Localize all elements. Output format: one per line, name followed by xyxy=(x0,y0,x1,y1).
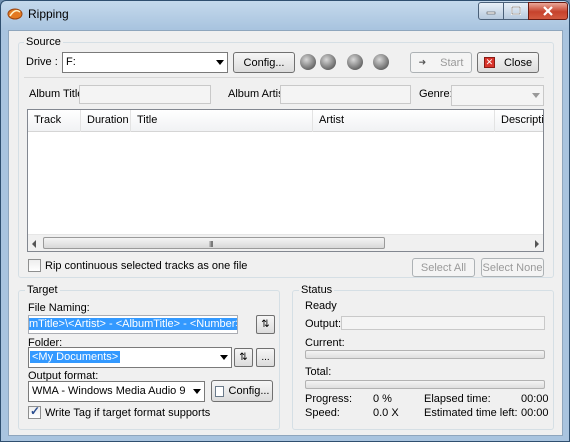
window-title: Ripping xyxy=(28,7,69,21)
output-label: Output: xyxy=(305,318,342,330)
info-icon[interactable] xyxy=(373,54,389,70)
ripping-window: Ripping Source Drive : F: Config... ➜ St… xyxy=(0,0,570,442)
ripping-app-icon xyxy=(7,8,23,20)
scroll-left-icon[interactable] xyxy=(32,240,36,248)
status-group-label: Status xyxy=(299,284,335,296)
elapsed-value: 00:00 xyxy=(521,393,549,405)
current-progress-bar xyxy=(305,350,545,359)
estimated-value: 00:00 xyxy=(521,407,549,419)
file-naming-value: mTitle>\<Artist> - <AlbumTitle> - <Numbe… xyxy=(29,318,237,330)
album-artist-field[interactable] xyxy=(280,85,411,104)
rip-continuous-checkbox[interactable] xyxy=(28,259,41,272)
close-x-icon: ✕ xyxy=(483,57,495,68)
drive-label: Drive : xyxy=(26,56,58,68)
browse-folder-button[interactable]: ... xyxy=(256,348,275,367)
drive-config-button[interactable]: Config... xyxy=(233,52,295,73)
maximize-button[interactable] xyxy=(503,2,529,20)
folder-options-button[interactable]: ⇅ xyxy=(234,348,253,367)
total-progress-bar xyxy=(305,380,545,389)
maximize-icon xyxy=(511,6,521,15)
chevron-down-icon xyxy=(532,93,540,98)
write-tag-label[interactable]: Write Tag if target format supports xyxy=(45,407,210,419)
rip-continuous-label[interactable]: Rip continuous selected tracks as one fi… xyxy=(45,260,247,272)
close-window-button[interactable] xyxy=(528,2,568,20)
output-format-value: WMA - Windows Media Audio 9 xyxy=(32,385,186,397)
folder-value: <My Documents> xyxy=(30,351,121,363)
progress-label: Progress: xyxy=(305,393,353,405)
track-list[interactable]: Track Duration Title Artist Descriptio I… xyxy=(27,109,544,252)
refresh-disc-icon[interactable] xyxy=(300,54,316,70)
file-naming-field[interactable]: mTitle>\<Artist> - <AlbumTitle> - <Numbe… xyxy=(28,315,238,334)
album-title-field[interactable] xyxy=(79,85,211,104)
drive-value: F: xyxy=(66,56,76,68)
estimated-label: Estimated time left: xyxy=(424,407,518,419)
status-state: Ready xyxy=(305,300,337,312)
chevron-down-icon xyxy=(216,60,224,65)
total-label: Total: xyxy=(305,366,332,378)
speed-label: Speed: xyxy=(305,407,340,419)
elapsed-label: Elapsed time: xyxy=(424,393,491,405)
album-title-label: Album Title: xyxy=(29,88,87,100)
output-format-select[interactable]: WMA - Windows Media Audio 9 xyxy=(28,381,205,402)
column-header-track[interactable]: Track xyxy=(28,110,81,132)
target-group-label: Target xyxy=(25,284,60,296)
scroll-right-icon[interactable] xyxy=(535,240,539,248)
horizontal-scrollbar[interactable]: III xyxy=(28,234,543,251)
source-group-label: Source xyxy=(24,36,63,48)
start-button[interactable]: ➜ Start xyxy=(410,52,472,73)
column-header-title[interactable]: Title xyxy=(131,110,313,132)
document-icon xyxy=(214,385,224,397)
eject-disc-icon[interactable] xyxy=(320,54,336,70)
drive-select[interactable]: F: xyxy=(62,52,228,73)
current-label: Current: xyxy=(305,337,345,349)
file-naming-label: File Naming: xyxy=(28,302,90,314)
cddb-icon[interactable] xyxy=(347,54,363,70)
source-divider xyxy=(24,77,544,78)
swap-icon: ⇅ xyxy=(239,352,248,363)
format-config-label: Config... xyxy=(228,385,270,397)
scroll-thumb[interactable]: III xyxy=(43,237,385,249)
close-icon xyxy=(543,6,553,16)
speed-value: 0.0 X xyxy=(373,407,399,419)
start-arrow-icon: ➜ xyxy=(418,57,427,67)
scroll-grip: III xyxy=(209,240,214,249)
genre-select[interactable] xyxy=(451,85,544,106)
select-all-button[interactable]: Select All xyxy=(412,258,475,277)
close-label: Close xyxy=(503,56,533,69)
checkmark-icon: ✓ xyxy=(30,404,41,418)
chevron-down-icon xyxy=(193,389,201,394)
genre-label: Genre: xyxy=(419,88,453,100)
minimize-icon xyxy=(486,11,496,15)
folder-select[interactable]: <My Documents> xyxy=(28,347,232,368)
format-config-button[interactable]: Config... xyxy=(211,380,273,402)
title-bar[interactable]: Ripping xyxy=(1,1,569,27)
column-header-artist[interactable]: Artist xyxy=(313,110,495,132)
client-area: Source Drive : F: Config... ➜ Start ✕ Cl… xyxy=(8,30,563,436)
minimize-button[interactable] xyxy=(478,2,504,20)
file-naming-options-button[interactable]: ⇅ xyxy=(256,315,275,334)
progress-value: 0 % xyxy=(373,393,392,405)
swap-icon: ⇅ xyxy=(261,319,270,330)
track-list-header: Track Duration Title Artist Descriptio xyxy=(28,110,543,132)
chevron-down-icon xyxy=(220,355,228,360)
write-tag-checkbox[interactable]: ✓ xyxy=(28,404,41,419)
column-header-duration[interactable]: Duration xyxy=(81,110,131,132)
output-field xyxy=(341,316,545,330)
close-button[interactable]: ✕ Close xyxy=(477,52,539,73)
select-none-button[interactable]: Select None xyxy=(481,258,544,277)
start-label: Start xyxy=(440,56,464,69)
column-header-description[interactable]: Descriptio xyxy=(495,110,543,132)
